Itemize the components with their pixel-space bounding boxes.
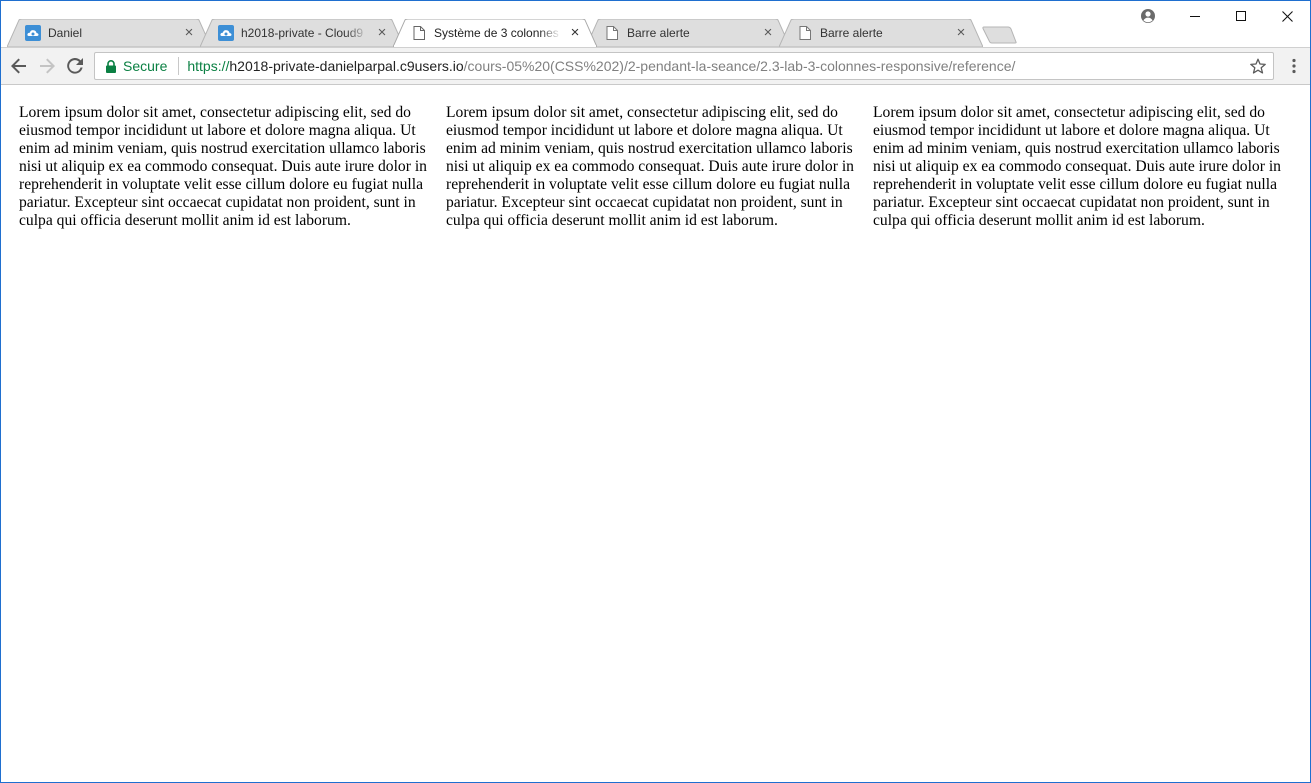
page-icon [604, 25, 620, 41]
lock-icon [103, 58, 119, 74]
new-tab-button[interactable] [981, 26, 1019, 44]
column-3: Lorem ipsum dolor sit amet, consectetur … [873, 104, 1281, 229]
url-scheme: https:// [187, 58, 230, 74]
tab-barre-alerte-1[interactable]: Barre alerte × [586, 19, 790, 47]
close-tab-icon[interactable]: × [953, 25, 969, 41]
tab-cloud9[interactable]: h2018-private - Cloud9 × [200, 19, 404, 47]
close-tab-icon[interactable]: × [181, 25, 197, 41]
kebab-menu-icon[interactable] [1282, 54, 1306, 78]
browser-window: Daniel × h2018-private - Cloud9 × Barre … [0, 0, 1311, 783]
omnibox-divider [178, 57, 180, 75]
maximize-icon[interactable] [1218, 1, 1264, 31]
close-tab-icon[interactable]: × [760, 25, 776, 41]
tab-title: h2018-private - Cloud9 [241, 26, 368, 40]
tab-title: Système de 3 colonnes re [434, 26, 561, 40]
close-tab-icon[interactable]: × [567, 25, 583, 41]
tab-daniel[interactable]: Daniel × [7, 19, 211, 47]
three-column-layout: Lorem ipsum dolor sit amet, consectetur … [19, 104, 1289, 230]
url-text[interactable]: https://h2018-private-danielparpal.c9use… [187, 58, 1247, 74]
tab-barre-alerte-2[interactable]: Barre alerte × [779, 19, 983, 47]
address-bar[interactable]: Secure https://h2018-private-danielparpa… [94, 52, 1274, 80]
url-path: /cours-05%20(CSS%202)/2-pendant-la-seanc… [463, 58, 1016, 74]
page-icon [411, 25, 427, 41]
bookmark-star-icon[interactable] [1247, 55, 1269, 77]
tab-title: Daniel [48, 26, 175, 40]
tab-title: Barre alerte [820, 26, 947, 40]
secure-label: Secure [123, 58, 168, 74]
close-tab-icon[interactable]: × [374, 25, 390, 41]
close-window-icon[interactable] [1264, 1, 1310, 31]
page-viewport: Lorem ipsum dolor sit amet, consectetur … [1, 85, 1310, 782]
reload-icon[interactable] [61, 52, 89, 80]
tab-systeme-3-colonnes[interactable]: Système de 3 colonnes re × [393, 19, 597, 47]
cloud9-icon [25, 25, 41, 41]
browser-toolbar: Secure https://h2018-private-danielparpa… [1, 47, 1310, 85]
url-host: h2018-private-danielparpal.c9users.io [229, 58, 464, 74]
column-1: Lorem ipsum dolor sit amet, consectetur … [19, 104, 427, 229]
minimize-icon[interactable] [1172, 1, 1218, 31]
forward-arrow-icon[interactable] [33, 52, 61, 80]
cloud9-icon [218, 25, 234, 41]
profile-icon[interactable] [1137, 5, 1159, 27]
window-controls [1172, 1, 1310, 31]
back-arrow-icon[interactable] [5, 52, 33, 80]
column-2: Lorem ipsum dolor sit amet, consectetur … [446, 104, 854, 229]
tab-title: Barre alerte [627, 26, 754, 40]
tab-strip: Daniel × h2018-private - Cloud9 × Barre … [1, 1, 1310, 47]
page-icon [797, 25, 813, 41]
